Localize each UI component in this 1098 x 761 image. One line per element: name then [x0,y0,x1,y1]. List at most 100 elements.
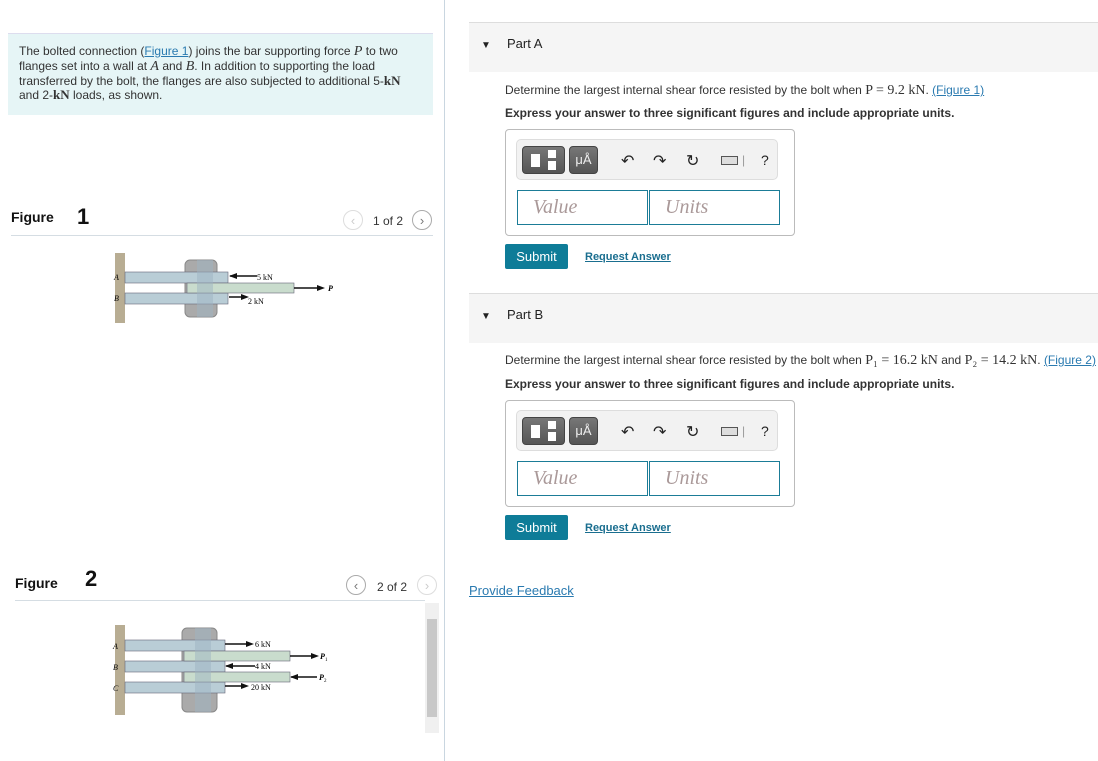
scrollbar-thumb[interactable] [427,619,437,717]
svg-text:A: A [112,642,118,651]
part-b-question: Determine the largest internal shear for… [505,353,1096,369]
figure-1-link[interactable]: Figure 1 [144,44,188,58]
separator: | [742,153,746,167]
text: Determine the largest internal shear for… [505,353,866,367]
part-b-header[interactable]: ▼ Part B [469,293,1098,343]
figure-label: Figure [15,575,58,591]
math-toolbar: μÅ ↶ ↷ ↻ | ? [516,139,778,180]
label-b: B [114,294,119,303]
text: The bolted connection ( [19,44,145,58]
templates-icon [531,154,540,167]
help-icon[interactable]: ? [761,423,769,439]
templates-icon-part [548,421,556,429]
next-figure-button[interactable]: › [417,575,437,595]
part-title: Part B [507,307,544,322]
bolt-shank [197,260,213,317]
figure-scrollbar[interactable] [425,603,439,733]
svg-text:C: C [113,684,119,693]
force-5kn: 5 kN [257,273,273,282]
math: P₁ = 16.2 kN [865,353,938,368]
figure-number: 1 [77,204,90,229]
force-2kn: 2 kN [248,297,264,306]
reset-icon[interactable]: ↻ [686,422,699,442]
chevron-left-icon: ‹ [350,212,356,228]
value-input[interactable]: Value [517,190,648,225]
units-input[interactable]: Units [649,461,780,496]
templates-icon-part [548,432,556,441]
undo-icon[interactable]: ↶ [621,422,634,442]
text: and [158,59,186,73]
problem-statement: The bolted connection (Figure 1) joins t… [8,33,433,115]
undo-icon[interactable]: ↶ [621,151,634,171]
figure-2-link[interactable]: (Figure 2) [1044,353,1096,367]
part-a-header[interactable]: ▼ Part A [469,22,1098,72]
math: P = 9.2 kN [865,83,926,98]
math-toolbar: μÅ ↶ ↷ ↻ | ? [516,410,778,451]
request-answer-link[interactable]: Request Answer [585,251,671,263]
units-input[interactable]: Units [649,190,780,225]
chevron-left-icon: ‹ [353,577,359,593]
templates-icon [531,425,540,438]
redo-icon[interactable]: ↷ [653,151,666,171]
math-kN: kN [53,87,70,102]
answer-box: μÅ ↶ ↷ ↻ | ? Value Units [505,129,795,236]
text: loads, as shown. [69,88,163,102]
templates-icon-part [548,150,556,158]
svg-text:B: B [113,663,118,672]
divider [11,235,433,236]
svg-text:20 kN: 20 kN [251,683,271,692]
label-a: A [113,273,119,282]
math: P₂ = 14.2 kN [964,353,1038,368]
force-p: P [328,284,333,293]
part-title: Part A [507,36,543,51]
submit-button[interactable]: Submit [505,244,568,269]
chevron-right-icon: › [419,212,425,228]
units-button[interactable]: μÅ [569,146,598,174]
next-figure-button[interactable]: › [412,210,432,230]
submit-button[interactable]: Submit [505,515,568,540]
part-a-question: Determine the largest internal shear for… [505,83,984,99]
instructions: Express your answer to three significant… [505,377,955,391]
figure-number: 2 [85,566,98,591]
prev-figure-button[interactable]: ‹ [346,575,366,595]
value-input[interactable]: Value [517,461,648,496]
prev-figure-button[interactable]: ‹ [343,210,363,230]
help-icon[interactable]: ? [761,152,769,168]
figure-pager: 1 of 2 [373,214,404,228]
provide-feedback-link[interactable]: Provide Feedback [469,583,574,598]
text: and 2- [19,88,54,102]
svg-text:6 kN: 6 kN [255,640,271,649]
units-button[interactable]: μÅ [569,417,598,445]
math-B: B [185,59,195,74]
figure-2-image: A B C 6 kN 4 kN 20 kN P 1 P 2 [112,625,328,715]
keyboard-icon[interactable] [721,156,738,165]
wall [115,253,125,323]
math-kN: kN [383,73,401,88]
reset-icon[interactable]: ↻ [686,151,699,171]
figure-1-link[interactable]: (Figure 1) [932,83,984,97]
templates-icon-part [548,161,556,170]
figure-1-image: A B 5 kN 2 kN P [113,253,333,323]
text: ) joins the bar supporting force [188,44,354,58]
collapse-triangle-icon: ▼ [481,311,491,322]
keyboard-icon[interactable] [721,427,738,436]
math-A: A [150,59,159,74]
templates-button[interactable] [522,417,565,445]
templates-button[interactable] [522,146,565,174]
redo-icon[interactable]: ↷ [653,422,666,442]
figure-label: Figure [11,209,54,225]
answer-box: μÅ ↶ ↷ ↻ | ? Value Units [505,400,795,507]
figure-pager: 2 of 2 [377,580,408,594]
text: and [937,353,965,367]
text: Determine the largest internal shear for… [505,83,866,97]
chevron-right-icon: › [424,577,430,593]
request-answer-link[interactable]: Request Answer [585,522,671,534]
svg-text:2: 2 [324,679,327,684]
separator: | [742,424,746,438]
instructions: Express your answer to three significant… [505,106,955,120]
text: . [1037,353,1044,367]
svg-text:4 kN: 4 kN [255,662,271,671]
panel-divider[interactable] [444,0,445,761]
divider [15,600,425,601]
svg-text:1: 1 [325,658,328,663]
